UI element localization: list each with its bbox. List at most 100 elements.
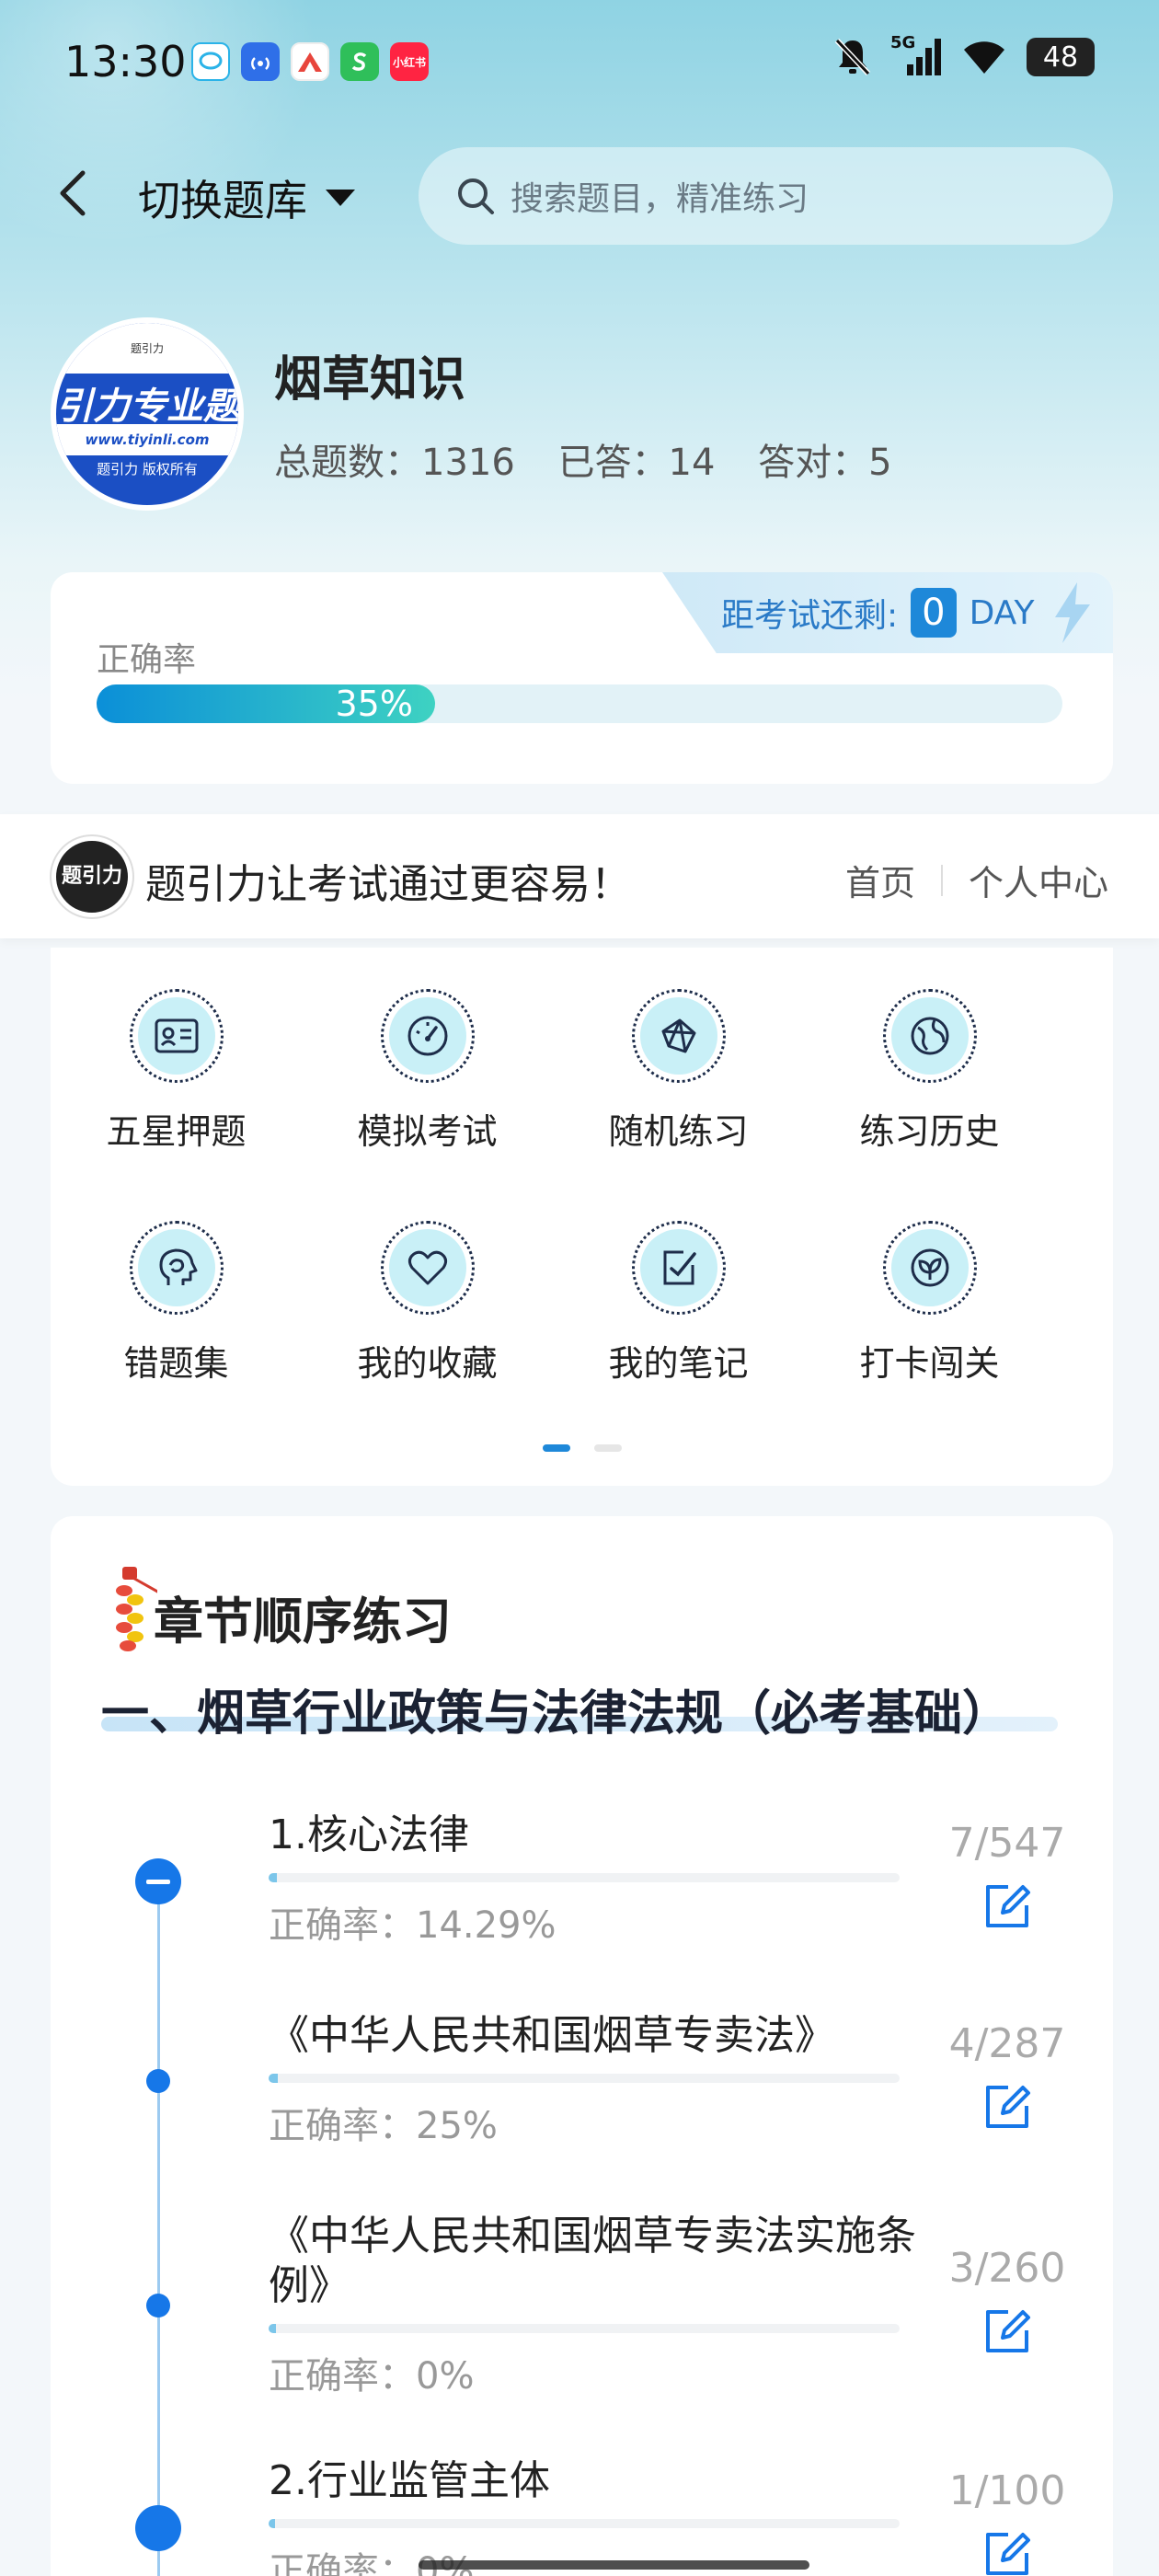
logo-main-text: 引力专业题	[56, 385, 238, 428]
feature-label: 我的收藏	[357, 1343, 498, 1384]
exam-countdown-days: 0	[911, 588, 957, 638]
search-box[interactable]: 搜索题目，精准练习	[419, 147, 1113, 245]
page-dot	[594, 1444, 622, 1452]
heart-icon	[388, 1229, 466, 1306]
chapter-item-accuracy: 正确率：14.29%	[269, 1904, 557, 1947]
chapter-item-count: 1/100	[948, 2467, 1066, 2514]
mute-bell-icon	[834, 38, 871, 76]
chapter-item[interactable]: 《中华人民共和国烟草专卖法》 正确率：25%	[269, 2011, 912, 2149]
chapter-item-progress	[269, 2324, 900, 2333]
logo-top-text: 题引力	[56, 323, 238, 374]
expand-node-icon[interactable]	[135, 2505, 181, 2551]
edit-icon[interactable]	[981, 2527, 1034, 2576]
feature-favorites[interactable]: 我的收藏	[302, 1221, 553, 1386]
caret-down-icon	[326, 190, 355, 206]
feature-label: 我的笔记	[608, 1343, 749, 1384]
switch-bank-dropdown[interactable]: 切换题库	[138, 167, 355, 228]
feature-label: 错题集	[123, 1343, 229, 1384]
profile-link[interactable]: 个人中心	[969, 855, 1108, 905]
chapter-title: 章节顺序练习	[154, 1593, 452, 1650]
timeline-line	[157, 1884, 160, 2576]
mountain-app-icon	[291, 42, 329, 81]
chapter-item-title: 2.行业监管主体	[269, 2457, 550, 2504]
lightning-icon	[1054, 582, 1090, 643]
search-placeholder: 搜索题目，精准练习	[511, 180, 809, 218]
exam-countdown-label: 距考试还剩:	[721, 597, 899, 635]
status-right: 5G 48	[833, 33, 1095, 77]
feature-label: 随机练习	[608, 1111, 749, 1152]
chapter-item[interactable]: 1.核心法律 正确率：14.29%	[269, 1811, 912, 1949]
chapter-item-progress-fill	[269, 2519, 275, 2528]
accuracy-value: 35%	[335, 684, 413, 724]
firecracker-icon	[116, 1567, 157, 1651]
chapter-item-progress	[269, 2519, 900, 2528]
home-indicator[interactable]	[419, 2560, 809, 2570]
collapse-node-icon[interactable]	[135, 1858, 181, 1904]
feature-label: 打卡闯关	[859, 1343, 1000, 1384]
logo-footer: 题引力 版权所有	[97, 461, 198, 477]
home-link[interactable]: 首页	[845, 855, 915, 905]
status-bar: 13:30 小红书 5G 48	[0, 0, 1159, 124]
logo-url: www.tiyinli.com	[56, 424, 238, 455]
feature-check-in[interactable]: 打卡闯关	[804, 1221, 1055, 1386]
chapter-item-progress	[269, 2074, 900, 2083]
section-title: 一、烟草行业政策与法律法规（必考基础）	[101, 1686, 1011, 1742]
feature-label: 模拟考试	[357, 1111, 498, 1152]
s-app-icon	[340, 42, 379, 81]
bank-logo: 题引力 引力专业题 www.tiyinli.com 题引力 版权所有	[51, 317, 244, 511]
brand-slogan: 题引力让考试通过更容易！	[145, 861, 631, 908]
broadcast-icon	[241, 42, 280, 81]
timeline-dot	[146, 2294, 170, 2317]
chapter-item-title: 《中华人民共和国烟草专卖法》	[269, 2012, 835, 2059]
battery-indicator: 48	[1027, 38, 1095, 76]
feature-mock-exam[interactable]: 模拟考试	[302, 989, 553, 1154]
chapter-item[interactable]: 2.行业监管主体 正确率：0%	[269, 2456, 912, 2576]
brand-logo: 题引力	[52, 836, 132, 917]
switch-bank-label: 切换题库	[138, 176, 307, 225]
feature-random-practice[interactable]: 随机练习	[553, 989, 804, 1154]
accuracy-bar: 35%	[97, 684, 1062, 723]
chapter-item-count: 7/547	[948, 1820, 1066, 1867]
edit-icon[interactable]	[981, 2305, 1034, 2358]
globe-history-icon	[890, 997, 969, 1075]
page-dot-active	[543, 1444, 570, 1452]
chapter-item-accuracy: 正确率：0%	[269, 2355, 475, 2398]
brand-banner: 题引力 题引力让考试通过更容易！ 首页 个人中心	[0, 814, 1159, 938]
exam-countdown: 距考试还剩: 0 DAY	[662, 572, 1113, 653]
chat-icon	[191, 42, 230, 81]
feature-grid: 五星押题 模拟考试 随机练习 练习历史 错题集 我的收藏 我的笔记 打卡闯关	[51, 948, 1113, 1486]
chapter-practice-card: 章节顺序练习 一、烟草行业政策与法律法规（必考基础） 1.核心法律 正确率：14…	[51, 1516, 1113, 2576]
id-card-icon	[137, 997, 215, 1075]
banner-links: 首页 个人中心	[845, 855, 1108, 905]
timeline-dot	[146, 2069, 170, 2093]
chevron-left-icon	[60, 170, 86, 216]
total-questions: 总题数：1316	[274, 442, 515, 484]
chapter-item-progress-fill	[269, 1873, 277, 1882]
answered-count: 已答：14	[557, 442, 716, 484]
random-network-icon	[639, 997, 717, 1075]
feature-notes[interactable]: 我的笔记	[553, 1221, 804, 1386]
correct-count: 答对：5	[758, 442, 892, 484]
brain-head-icon	[137, 1229, 215, 1306]
leaf-badge-icon	[890, 1229, 969, 1306]
chapter-item-title: 《中华人民共和国烟草专卖法实施条例》	[269, 2213, 916, 2309]
bank-stats: 总题数：1316 已答：14 答对：5	[274, 432, 920, 486]
chapter-item-progress	[269, 1873, 900, 1882]
feature-practice-history[interactable]: 练习历史	[804, 989, 1055, 1154]
status-time: 13:30	[64, 37, 187, 86]
exam-countdown-unit: DAY	[969, 593, 1035, 632]
edit-icon[interactable]	[981, 1880, 1034, 1933]
feature-label: 五星押题	[106, 1111, 247, 1152]
back-button[interactable]	[53, 166, 90, 221]
accuracy-card: 距考试还剩: 0 DAY 正确率 35%	[51, 572, 1113, 784]
chapter-item-accuracy: 正确率：25%	[269, 2105, 498, 2147]
xiaohongshu-icon: 小红书	[390, 42, 429, 81]
chapter-item-title: 1.核心法律	[269, 1811, 469, 1858]
feature-wrong-questions[interactable]: 错题集	[51, 1221, 302, 1386]
chapter-item[interactable]: 《中华人民共和国烟草专卖法实施条例》 正确率：0%	[269, 2212, 949, 2399]
chapter-item-accuracy: 正确率：0%	[269, 2550, 475, 2576]
bank-name: 烟草知识	[274, 352, 466, 408]
feature-five-star[interactable]: 五星押题	[51, 989, 302, 1154]
edit-icon[interactable]	[981, 2080, 1034, 2133]
chapter-item-count: 4/287	[948, 2020, 1066, 2067]
